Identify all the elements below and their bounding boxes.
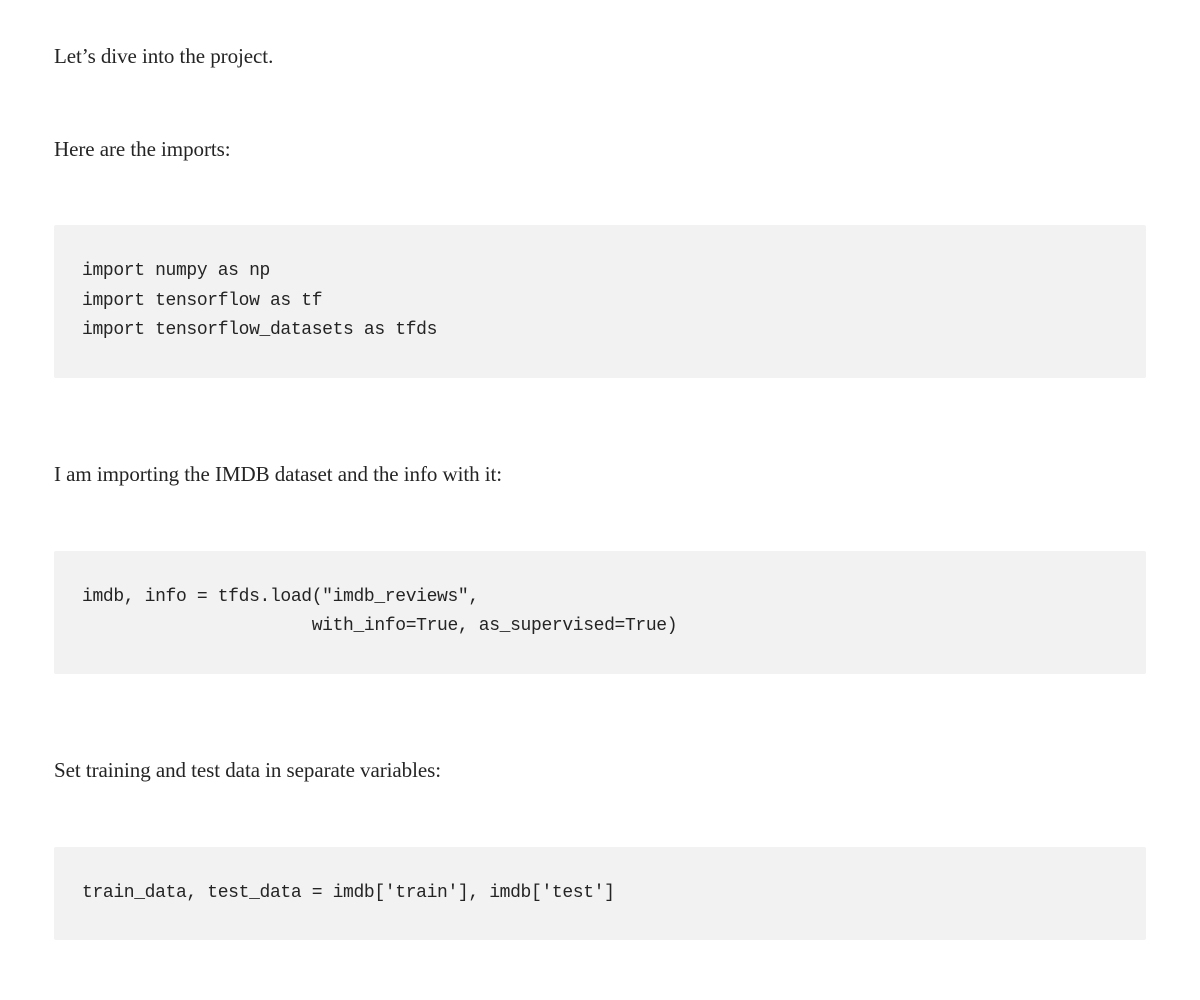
code-block-imports[interactable]: import numpy as np import tensorflow as … [54,225,1146,378]
paragraph-train-test-split: Set training and test data in separate v… [54,754,1146,787]
code-block-train-test[interactable]: train_data, test_data = imdb['train'], i… [54,847,1146,941]
code-block-load-dataset[interactable]: imdb, info = tfds.load("imdb_reviews", w… [54,551,1146,674]
paragraph-intro: Let’s dive into the project. [54,40,1146,73]
paragraph-dataset-load: I am importing the IMDB dataset and the … [54,458,1146,491]
paragraph-imports-intro: Here are the imports: [54,133,1146,166]
